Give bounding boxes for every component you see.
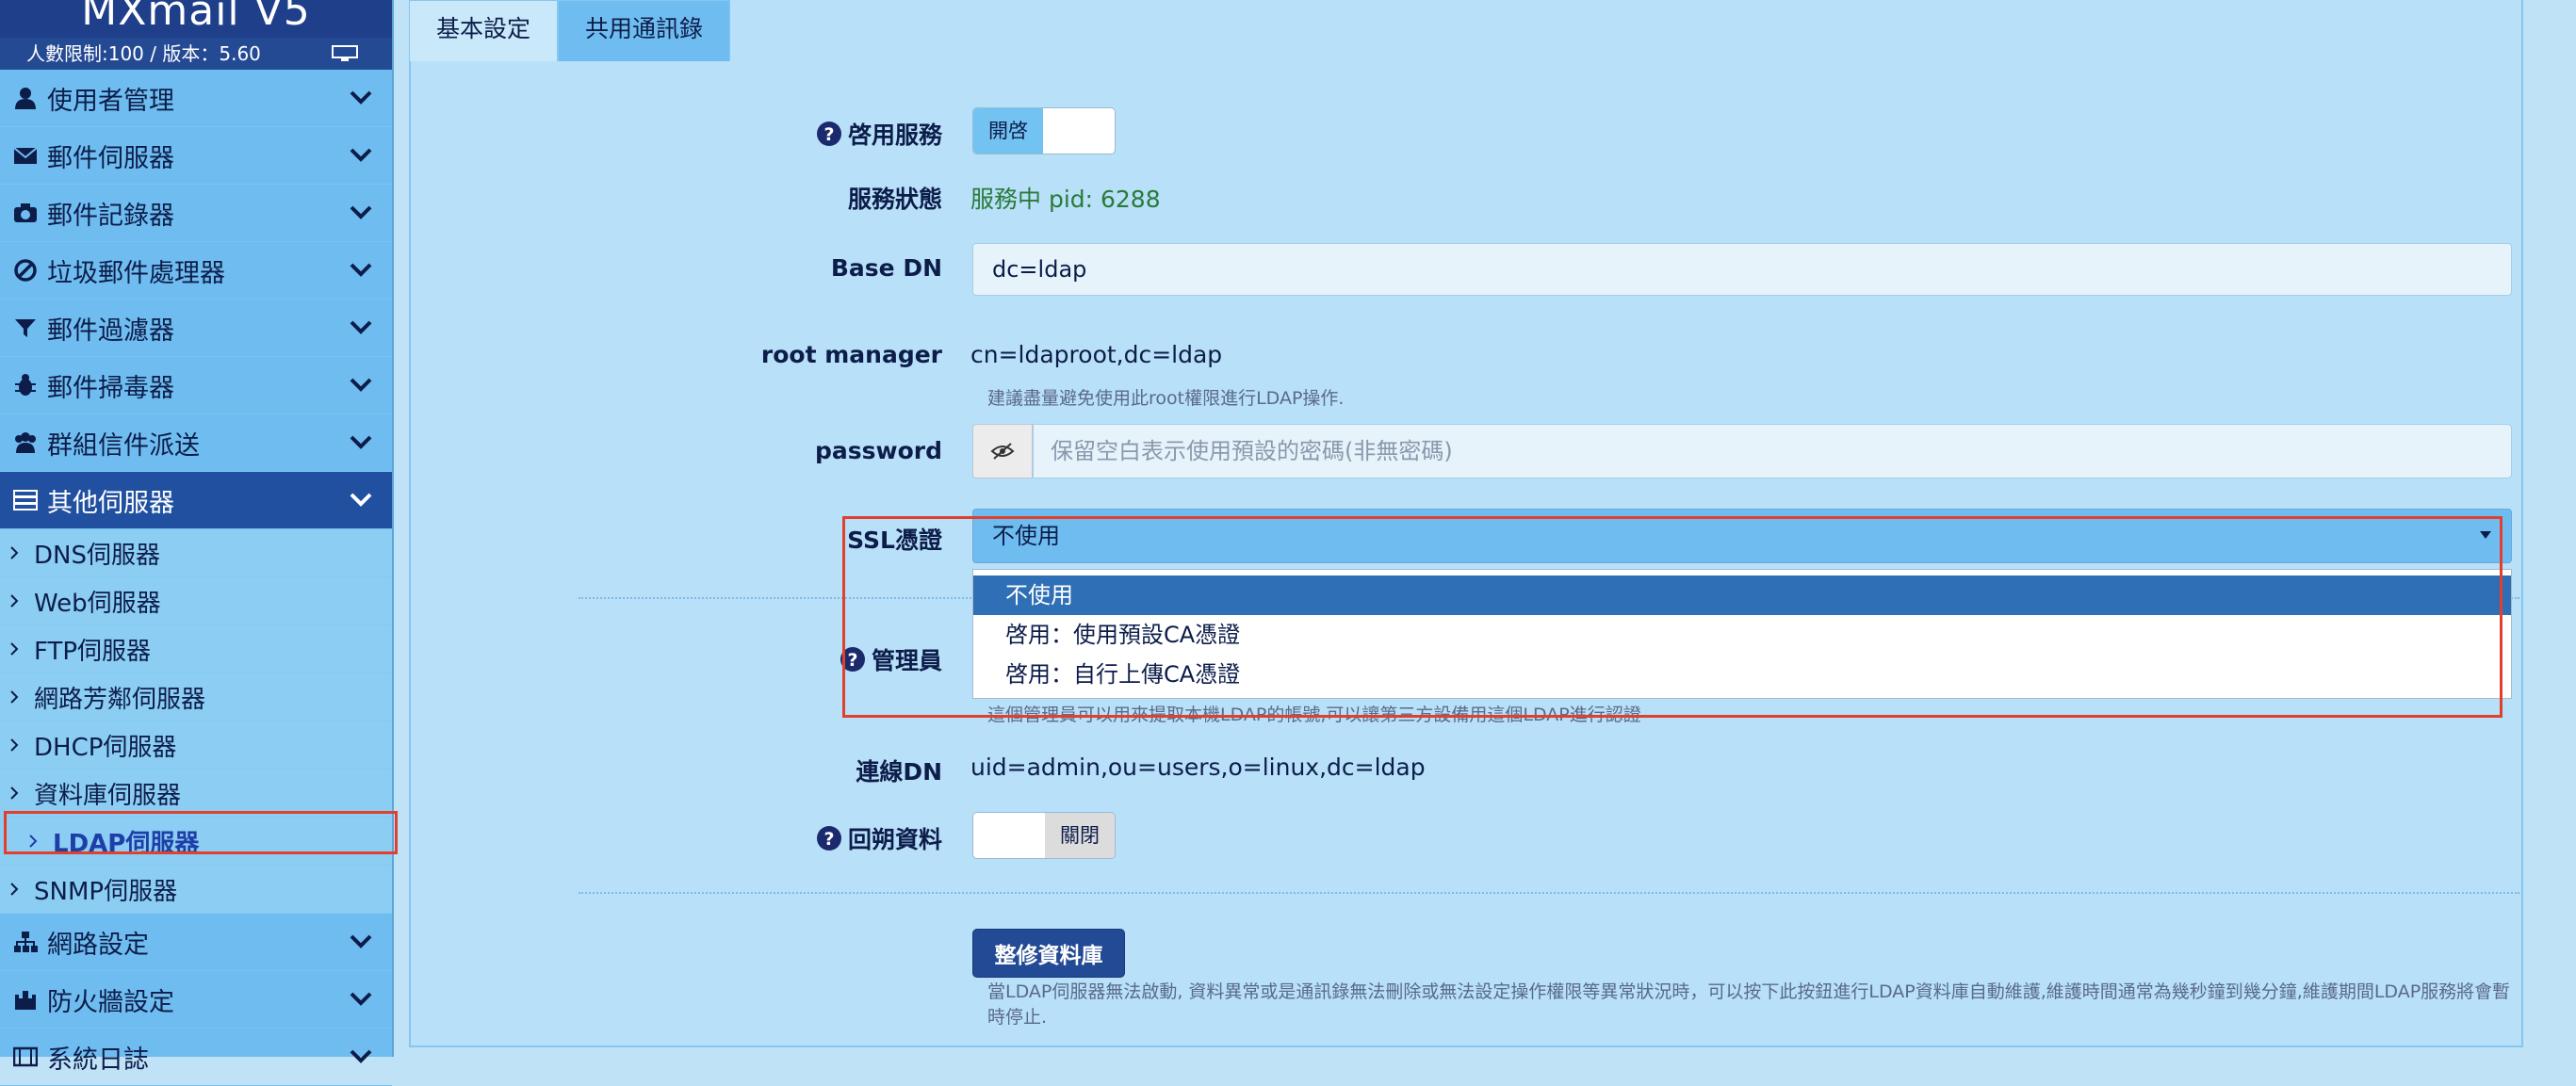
root-manager-hint: 建議盡量避免使用此root權限進行LDAP操作.: [987, 388, 1345, 409]
chevron-right-icon: [10, 594, 19, 608]
subnav-web-server[interactable]: Web伺服器: [0, 577, 392, 625]
chevron-right-icon: [10, 883, 19, 896]
users-icon: [13, 430, 38, 455]
nav-mail-logger[interactable]: 郵件記錄器: [0, 185, 392, 242]
brand-title: MXmail V5: [0, 0, 392, 38]
chevron-down-icon: [350, 1049, 372, 1063]
enable-service-label: ? 啓用服務: [816, 117, 942, 151]
nav-other-servers[interactable]: 其他伺服器: [0, 472, 392, 529]
password-field: [972, 424, 2512, 478]
svg-text:?: ?: [823, 124, 834, 145]
film-icon: [13, 1045, 38, 1069]
bug-icon: [13, 373, 38, 397]
chevron-down-icon: [350, 435, 372, 449]
chevron-right-icon: [10, 738, 19, 752]
eye-slash-icon[interactable]: [972, 424, 1033, 478]
subnav-snmp-server[interactable]: SNMP伺服器: [0, 866, 392, 914]
subnav-dns-server[interactable]: DNS伺服器: [0, 529, 392, 577]
user-icon: [13, 86, 38, 110]
castle-icon: [13, 987, 38, 1012]
repair-database-button[interactable]: 整修資料庫: [972, 929, 1125, 978]
rollback-toggle[interactable]: 關閉: [972, 812, 1116, 859]
ban-icon: [13, 258, 38, 283]
nav-mail-server[interactable]: 郵件伺服器: [0, 127, 392, 185]
chevron-right-icon: [10, 642, 19, 656]
password-input[interactable]: [1033, 424, 2512, 478]
bind-dn-value: uid=admin,ou=users,o=linux,dc=ldap: [970, 754, 1426, 781]
server-icon: [13, 488, 38, 512]
base-dn-input[interactable]: [972, 243, 2512, 296]
chevron-down-icon: [350, 378, 372, 392]
nav-virus-scanner[interactable]: 郵件掃毒器: [0, 357, 392, 414]
repair-database-hint: 當LDAP伺服器無法啟動, 資料異常或是通訊錄無法刪除或無法設定操作權限等異常狀…: [987, 981, 2511, 1028]
section-divider: [579, 892, 2519, 894]
envelope-icon: [13, 143, 38, 168]
chevron-down-icon: [350, 934, 372, 948]
toggle-off-label: 關閉: [1045, 813, 1115, 858]
nav-network-settings[interactable]: 網路設定: [0, 914, 392, 971]
bind-dn-label: 連線DN: [856, 758, 942, 786]
chevron-right-icon: [10, 786, 19, 800]
camera-icon: [13, 201, 38, 225]
nav-user-management[interactable]: 使用者管理: [0, 70, 392, 127]
root-manager-value: cn=ldaproot,dc=ldap: [970, 341, 1223, 368]
chevron-down-icon: [350, 263, 372, 277]
tab-bar: 基本設定 共用通訊錄: [409, 0, 731, 61]
nav-spam-processor[interactable]: 垃圾郵件處理器: [0, 242, 392, 300]
nav-mail-filter[interactable]: 郵件過濾器: [0, 300, 392, 357]
nav-group-mail[interactable]: 群組信件派送: [0, 414, 392, 472]
subnav-samba-server[interactable]: 網路芳鄰伺服器: [0, 673, 392, 721]
password-label: password: [814, 437, 942, 464]
monitor-icon[interactable]: [332, 45, 358, 62]
toggle-on-label: 開啓: [973, 108, 1043, 154]
chevron-down-icon: [350, 992, 372, 1006]
tab-shared-addressbook[interactable]: 共用通訊錄: [558, 0, 731, 61]
service-status-value: 服務中 pid: 6288: [970, 186, 1161, 213]
sidebar: MXmail V5 人數限制:100 / 版本：5.60 使用者管理 郵件伺服器…: [0, 0, 394, 1086]
highlight-box-ssl: [842, 516, 2503, 718]
chevron-right-icon: [10, 546, 19, 559]
chevron-down-icon: [350, 493, 372, 507]
subnav-dhcp-server[interactable]: DHCP伺服器: [0, 721, 392, 770]
chevron-down-icon: [350, 90, 372, 105]
chevron-down-icon: [350, 205, 372, 219]
enable-service-toggle[interactable]: 開啓: [972, 107, 1116, 154]
chevron-down-icon: [350, 148, 372, 162]
filter-icon: [13, 316, 38, 340]
chevron-right-icon: [10, 690, 19, 704]
service-status-label: 服務狀態: [847, 186, 942, 213]
rollback-label: ? 回朔資料: [816, 821, 942, 855]
highlight-box-ldap: [4, 811, 398, 854]
root-manager-label: root manager: [760, 341, 942, 368]
license-info: 人數限制:100 / 版本：5.60: [0, 38, 392, 70]
help-icon[interactable]: ?: [816, 121, 842, 147]
nav-system-log[interactable]: 系統日誌: [0, 1029, 392, 1086]
base-dn-label: Base DN: [830, 254, 942, 282]
tab-basic-settings[interactable]: 基本設定: [409, 0, 559, 61]
svg-text:?: ?: [823, 829, 834, 850]
help-icon[interactable]: ?: [816, 825, 842, 851]
nav-firewall-settings[interactable]: 防火牆設定: [0, 971, 392, 1029]
chevron-down-icon: [350, 320, 372, 334]
subnav-ftp-server[interactable]: FTP伺服器: [0, 625, 392, 673]
sitemap-icon: [13, 930, 38, 954]
